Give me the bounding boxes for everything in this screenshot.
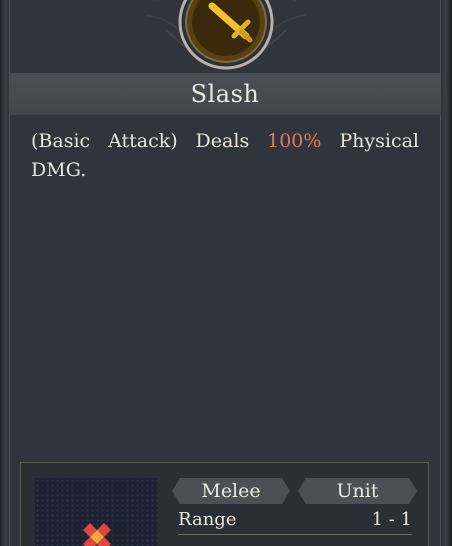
frame-edge-left — [0, 0, 9, 546]
range-pattern-icon — [83, 523, 111, 546]
skill-name: Slash — [190, 80, 260, 108]
skill-title-bar: Slash — [9, 73, 441, 115]
tag-unit: Unit — [298, 478, 417, 504]
tag-melee: Melee — [172, 478, 290, 504]
frame-edge-right — [442, 0, 452, 546]
skill-tooltip: Slash (Basic Attack) Deals 100% Physical… — [0, 0, 452, 546]
skill-description: (Basic Attack) Deals 100% Physical DMG. — [31, 127, 419, 185]
stat-divider — [178, 534, 412, 535]
sword-icon — [178, 0, 274, 70]
description-prefix: (Basic Attack) Deals — [31, 130, 268, 152]
stat-label-range: Range — [178, 508, 237, 530]
stat-value-range: 1 - 1 — [371, 508, 412, 530]
stat-row-range: Range 1 - 1 — [178, 506, 412, 532]
damage-percent: 100% — [267, 130, 322, 152]
range-pattern-preview — [35, 478, 158, 546]
